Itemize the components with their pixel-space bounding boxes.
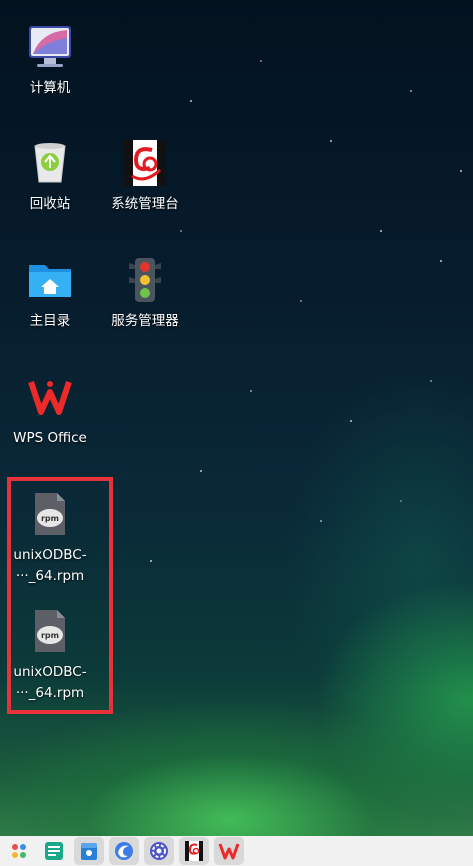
desktop-icon-label: WPS Office xyxy=(13,430,87,446)
multitask-view-button[interactable] xyxy=(39,837,69,865)
desktop-icon-service-manager[interactable]: 服务管理器 xyxy=(100,257,190,332)
desktop-icon-label: 服务管理器 xyxy=(111,313,179,329)
system-admin-taskbar-button[interactable] xyxy=(179,837,209,865)
desktop-icon-computer[interactable]: 计算机 xyxy=(5,24,95,99)
multitask-view-icon xyxy=(45,842,63,860)
desktop-icon-home-dir[interactable]: 主目录 xyxy=(5,257,95,332)
desktop-icon-recycle-bin[interactable]: 回收站 xyxy=(5,140,95,215)
svg-text:rpm: rpm xyxy=(41,631,59,640)
desktop-icon-rpm-file[interactable]: rpm unixODBC- ···_64.rpm xyxy=(5,491,95,587)
settings-icon xyxy=(150,842,168,860)
desktop-icon-label: 回收站 xyxy=(29,196,71,212)
desktop-icon-wps-office[interactable]: WPS Office xyxy=(5,374,95,449)
start-menu-button[interactable] xyxy=(4,837,34,865)
file-manager-button[interactable] xyxy=(74,837,104,865)
wps-taskbar-button[interactable] xyxy=(214,837,244,865)
rpm-file-icon: rpm xyxy=(27,491,73,537)
rpm-file-icon: rpm xyxy=(27,608,73,654)
system-admin-icon xyxy=(185,841,203,861)
computer-icon xyxy=(27,24,73,70)
home-folder-icon xyxy=(27,257,73,303)
wps-icon xyxy=(27,374,73,420)
desktop-icon-label: unixODBC- ···_64.rpm xyxy=(13,664,87,701)
browser-icon xyxy=(115,842,133,860)
traffic-light-icon xyxy=(122,257,168,303)
file-manager-icon xyxy=(81,843,97,860)
desktop-icon-label: 系统管理台 xyxy=(111,196,179,212)
desktop-icon-system-admin[interactable]: 系统管理台 xyxy=(100,140,190,215)
browser-button[interactable] xyxy=(109,837,139,865)
recycle-bin-icon xyxy=(27,140,73,186)
taskbar xyxy=(0,836,473,866)
desktop-icon-label: 计算机 xyxy=(29,80,71,96)
desktop-icon-label: 主目录 xyxy=(29,313,71,329)
system-admin-icon xyxy=(122,140,168,186)
start-menu-icon xyxy=(12,844,26,858)
desktop-icon-label: unixODBC- ···_64.rpm xyxy=(13,547,87,584)
desktop-icon-rpm-file[interactable]: rpm unixODBC- ···_64.rpm xyxy=(5,608,95,704)
wps-icon xyxy=(218,843,240,860)
svg-text:rpm: rpm xyxy=(41,514,59,523)
settings-button[interactable] xyxy=(144,837,174,865)
